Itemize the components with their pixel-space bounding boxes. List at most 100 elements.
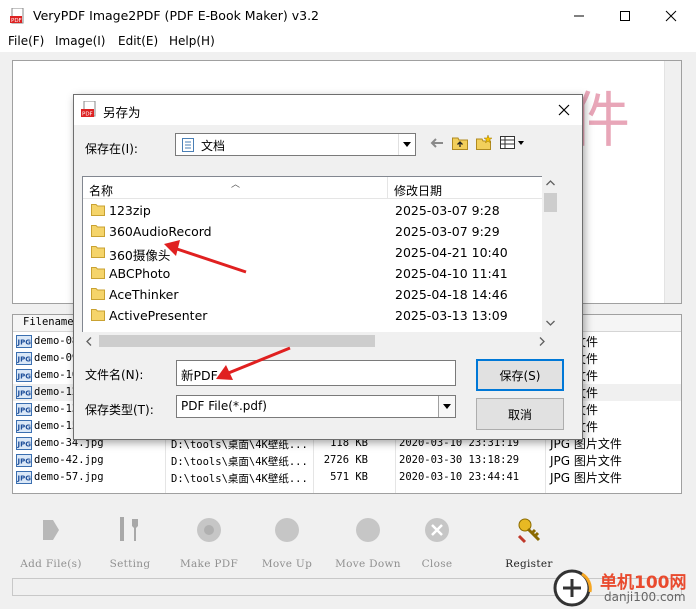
site-watermark: 单机100网 danji100.com (552, 566, 696, 609)
cell-filename: demo-57.jpg (34, 471, 104, 483)
jpg-file-icon: JPG (16, 335, 32, 348)
make-pdf-button[interactable]: Make PDF (172, 516, 246, 572)
cell-date: 2020-03-30 13:18:29 (399, 454, 520, 466)
horizontal-scroll-thumb[interactable] (99, 335, 375, 347)
cell-filename: demo-09 (34, 352, 79, 364)
list-item[interactable]: AceThinker 2025-04-18 14:46 (83, 284, 550, 305)
folder-name: ABCPhoto (109, 266, 171, 281)
chevron-down-icon[interactable] (438, 396, 455, 417)
new-folder-icon[interactable] (476, 135, 493, 150)
up-folder-icon[interactable] (452, 136, 468, 150)
column-modified-date[interactable]: 修改日期 (394, 182, 442, 199)
filetype-value: PDF File(*.pdf) (181, 399, 267, 413)
menu-help[interactable]: Help(H) (169, 34, 215, 48)
main-toolbar: Add File(s) Setting Make PDF Move Up Move Do… (0, 510, 696, 572)
svg-text:JPG: JPG (17, 407, 32, 415)
save-in-dropdown[interactable]: 文档 (175, 133, 416, 156)
folder-modified-date: 2025-03-13 13:09 (395, 308, 508, 323)
move-down-icon (356, 518, 380, 542)
jpg-file-icon: JPG (16, 471, 32, 484)
filename-input[interactable]: 新PDF (176, 360, 456, 386)
make-pdf-icon (197, 518, 221, 542)
filetype-dropdown[interactable]: PDF File(*.pdf) (176, 395, 456, 418)
folder-modified-date: 2025-04-18 14:46 (395, 287, 508, 302)
column-filename[interactable]: Filename (23, 316, 74, 328)
scroll-up-icon[interactable] (546, 180, 555, 186)
svg-text:JPG: JPG (17, 373, 32, 381)
jpg-file-icon: JPG (16, 386, 32, 399)
filetype-label: 保存类型(T): (85, 403, 154, 417)
cell-filename: demo-12 (34, 386, 79, 398)
save-button[interactable]: 保存(S) (476, 359, 564, 391)
list-item[interactable]: ActivePresenter 2025-03-13 13:09 (83, 305, 550, 326)
toolbar-label: Make PDF (179, 558, 239, 570)
menu-image[interactable]: Image(I) (55, 34, 105, 48)
cell-filename: demo-42.jpg (34, 454, 104, 466)
close-icon (665, 10, 677, 22)
svg-text:JPG: JPG (17, 458, 32, 466)
list-item[interactable]: ABCPhoto 2025-04-10 11:41 (83, 263, 550, 284)
table-row[interactable]: JPG demo-57.jpg D:\tools\桌面\4K壁纸... 571 KB 2… (13, 469, 681, 486)
scroll-left-icon[interactable] (86, 337, 92, 346)
dialog-title-bar: PDF 另存为 (74, 95, 582, 125)
add-file-s-button[interactable]: Add File(s) (12, 516, 90, 572)
folder-list-horizontal-scrollbar[interactable] (82, 332, 567, 350)
plus-circle-logo-icon (553, 569, 592, 607)
menu-file[interactable]: File(F) (8, 34, 44, 48)
folder-modified-date: 2025-04-21 10:40 (395, 245, 508, 260)
sort-ascending-icon: ︿ (231, 180, 241, 190)
svg-text:JPG: JPG (17, 339, 32, 347)
close-icon (425, 518, 449, 542)
maximize-button[interactable] (602, 0, 648, 32)
jpg-file-icon: JPG (16, 403, 32, 416)
list-item[interactable]: 360摄像头 2025-04-21 10:40 (83, 242, 550, 263)
register-button[interactable]: Register (492, 516, 566, 572)
chevron-down-icon[interactable] (398, 134, 415, 155)
save-as-dialog: PDF 另存为 保存在(I): 文档 ︿ 名称 修改日期 123zip 2025… (73, 94, 583, 440)
watermark-url: danji100.com (604, 590, 686, 604)
folder-name: ActivePresenter (109, 308, 208, 323)
dialog-pdf-icon: PDF (81, 101, 96, 118)
back-arrow-icon[interactable] (430, 137, 444, 149)
folder-icon (91, 246, 105, 258)
close-button[interactable]: Close (410, 516, 464, 572)
cell-filename: demo-13 (34, 403, 79, 415)
key-icon (517, 518, 541, 544)
column-name[interactable]: 名称 (89, 182, 113, 199)
cell-type: JPG 图片文件 (550, 454, 622, 468)
move-up-button[interactable]: Move Up (252, 516, 322, 572)
toolbar-label: Setting (109, 558, 151, 570)
cancel-button[interactable]: 取消 (476, 398, 564, 430)
minimize-button[interactable] (556, 0, 602, 32)
document-icon (182, 138, 194, 152)
close-window-button[interactable] (648, 0, 694, 32)
table-row[interactable]: JPG demo-42.jpg D:\tools\桌面\4K壁纸... 2726 KB… (13, 452, 681, 469)
app-pdf-icon: PDF (10, 8, 24, 24)
view-menu-icon[interactable] (500, 136, 528, 150)
list-item[interactable]: 123zip 2025-03-07 9:28 (83, 200, 550, 221)
folder-name: AceThinker (109, 287, 179, 302)
scroll-down-icon[interactable] (546, 320, 555, 326)
dialog-close-icon[interactable] (554, 100, 574, 120)
folder-list-header: ︿ 名称 修改日期 (83, 177, 550, 199)
scroll-right-icon[interactable] (539, 337, 545, 346)
cell-date: 2020-03-10 23:44:41 (399, 471, 520, 483)
folder-name: 360摄像头 (109, 248, 171, 263)
folder-list-vertical-scrollbar[interactable] (542, 176, 559, 332)
vertical-scroll-thumb[interactable] (544, 193, 557, 212)
column-divider (387, 177, 388, 199)
preview-scrollbar[interactable] (664, 61, 681, 303)
toolbar-label: Add File(s) (20, 558, 82, 570)
folder-list-view[interactable]: ︿ 名称 修改日期 123zip 2025-03-07 9:28 360AudioR… (82, 176, 551, 350)
save-in-value: 文档 (201, 139, 226, 153)
menu-edit[interactable]: Edit(E) (118, 34, 158, 48)
move-down-button[interactable]: Move Down (332, 516, 404, 572)
folder-icon (91, 267, 105, 279)
jpg-file-icon: JPG (16, 369, 32, 382)
svg-text:JPG: JPG (17, 424, 32, 432)
dialog-nav-toolbar (430, 135, 530, 153)
svg-text:JPG: JPG (17, 390, 32, 398)
setting-button[interactable]: Setting (100, 516, 160, 572)
folder-modified-date: 2025-03-07 9:28 (395, 203, 500, 218)
list-item[interactable]: 360AudioRecord 2025-03-07 9:29 (83, 221, 550, 242)
